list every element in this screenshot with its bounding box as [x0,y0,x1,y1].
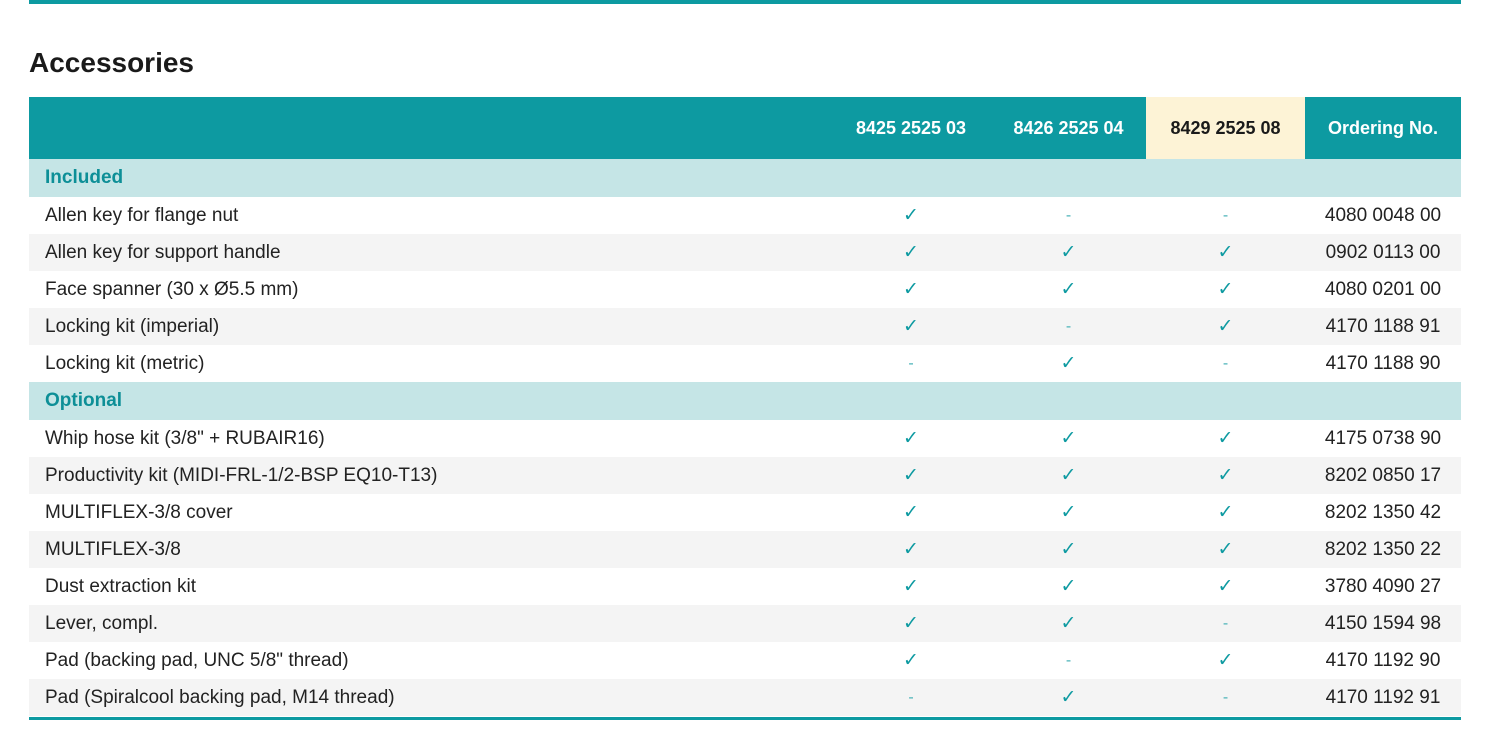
check-icon: ✓ [1060,242,1077,263]
ordering-number: 8202 1350 42 [1324,501,1442,523]
dash-mark: - [908,354,914,372]
table-row: Pad (Spiralcool backing pad, M14 thread)… [29,679,1461,716]
check-icon: ✓ [903,279,919,300]
check-icon: ✓ [903,650,919,671]
item-name: Locking kit (imperial) [45,315,220,337]
item-name: Pad (Spiralcool backing pad, M14 thread) [45,686,395,708]
dash-mark: - [1065,317,1072,335]
table-row: Allen key for flange nut ✓ - - 4080 0048 00 [29,197,1461,234]
item-name: MULTIFLEX-3/8 cover [45,501,233,523]
check-icon: ✓ [903,205,919,226]
header-model-1: 8425 2525 03 [855,117,967,138]
ordering-number: 4080 0048 00 [1324,204,1442,226]
table-row: Locking kit (metric) - ✓ - 4170 1188 90 [29,345,1461,382]
item-name: Productivity kit (MIDI-FRL-1/2-BSP EQ10-… [45,464,438,486]
table-row: Dust extraction kit ✓ ✓ ✓ 3780 4090 27 [29,568,1461,605]
group-row: Optional [29,382,1461,420]
item-name: Pad (backing pad, UNC 5/8" thread) [45,649,349,671]
table-row: Face spanner (30 x Ø5.5 mm) ✓ ✓ ✓ 4080 0201 … [29,271,1461,308]
check-icon: ✓ [1217,576,1234,597]
bottom-rule [29,717,1461,720]
table-row: Productivity kit (MIDI-FRL-1/2-BSP EQ10-… [29,457,1461,494]
check-icon: ✓ [1060,502,1077,523]
check-icon: ✓ [1217,650,1234,671]
item-name: Face spanner (30 x Ø5.5 mm) [45,278,299,300]
item-name: MULTIFLEX-3/8 [45,538,181,560]
dash-mark: - [1222,206,1229,224]
check-icon: ✓ [1217,279,1234,300]
table-row: Pad (backing pad, UNC 5/8" thread) ✓ - ✓ 417… [29,642,1461,679]
check-icon: ✓ [903,613,919,634]
group-row: Included [29,159,1461,197]
dash-mark: - [1065,651,1072,669]
ordering-number: 4150 1594 98 [1324,612,1442,634]
ordering-number: 8202 1350 22 [1324,538,1442,560]
check-icon: ✓ [903,539,919,560]
header-description [29,97,831,159]
check-icon: ✓ [903,316,919,337]
dash-mark: - [1222,354,1229,372]
header-ordering: Ordering No. [1327,117,1438,138]
item-name: Dust extraction kit [45,575,196,597]
check-icon: ✓ [1060,576,1077,597]
header-model-3: 8429 2525 08 [1146,97,1305,159]
item-name: Allen key for flange nut [45,204,239,226]
check-icon: ✓ [1060,353,1077,374]
top-rule [29,0,1461,4]
dash-mark: - [1222,614,1229,632]
ordering-number: 4170 1192 91 [1325,686,1441,708]
ordering-number: 0902 0113 00 [1325,241,1441,263]
check-icon: ✓ [903,465,919,486]
ordering-number: 8202 0850 17 [1324,464,1442,486]
check-icon: ✓ [1060,428,1077,449]
header-row: 8425 2525 03 8426 2525 04 8429 2525 08 O… [29,97,1461,159]
check-icon: ✓ [1217,428,1234,449]
check-icon: ✓ [1217,316,1234,337]
table-row: Lever, compl. ✓ ✓ - 4150 1594 98 [29,605,1461,642]
ordering-number: 4170 1188 90 [1325,352,1441,374]
check-icon: ✓ [903,502,919,523]
dash-mark: - [1065,206,1072,224]
check-icon: ✓ [903,428,919,449]
dash-mark: - [1222,688,1229,706]
check-icon: ✓ [903,576,919,597]
group-label: Included [45,167,124,188]
check-icon: ✓ [1060,279,1077,300]
ordering-number: 4175 0738 90 [1324,427,1442,449]
check-icon: ✓ [1217,539,1234,560]
check-icon: ✓ [1060,539,1077,560]
table-row: MULTIFLEX-3/8 ✓ ✓ ✓ 8202 1350 22 [29,531,1461,568]
group-label: Optional [45,390,123,411]
accessories-table: 8425 2525 03 8426 2525 04 8429 2525 08 O… [29,97,1461,716]
check-icon: ✓ [903,242,919,263]
section-title: Accessories [29,47,195,78]
item-name: Allen key for support handle [45,241,281,263]
ordering-number: 4170 1188 91 [1325,315,1441,337]
table-row: MULTIFLEX-3/8 cover ✓ ✓ ✓ 8202 1350 42 [29,494,1461,531]
check-icon: ✓ [1217,502,1234,523]
check-icon: ✓ [1217,242,1234,263]
ordering-number: 4170 1192 90 [1325,649,1441,671]
item-name: Locking kit (metric) [45,352,205,374]
item-name: Whip hose kit (3/8" + RUBAIR16) [45,427,325,449]
table-row: Allen key for support handle ✓ ✓ ✓ 0902 0113… [29,234,1461,271]
check-icon: ✓ [1060,687,1077,708]
check-icon: ✓ [1217,465,1234,486]
check-icon: ✓ [1060,613,1077,634]
item-name: Lever, compl. [45,612,158,634]
ordering-number: 3780 4090 27 [1324,575,1442,597]
header-model-2: 8426 2525 04 [1013,117,1124,138]
table-row: Locking kit (imperial) ✓ - ✓ 4170 1188 91 [29,308,1461,345]
check-icon: ✓ [1060,465,1077,486]
ordering-number: 4080 0201 00 [1324,278,1442,300]
table-row: Whip hose kit (3/8" + RUBAIR16) ✓ ✓ ✓ 4175 0… [29,420,1461,457]
dash-mark: - [908,688,914,706]
